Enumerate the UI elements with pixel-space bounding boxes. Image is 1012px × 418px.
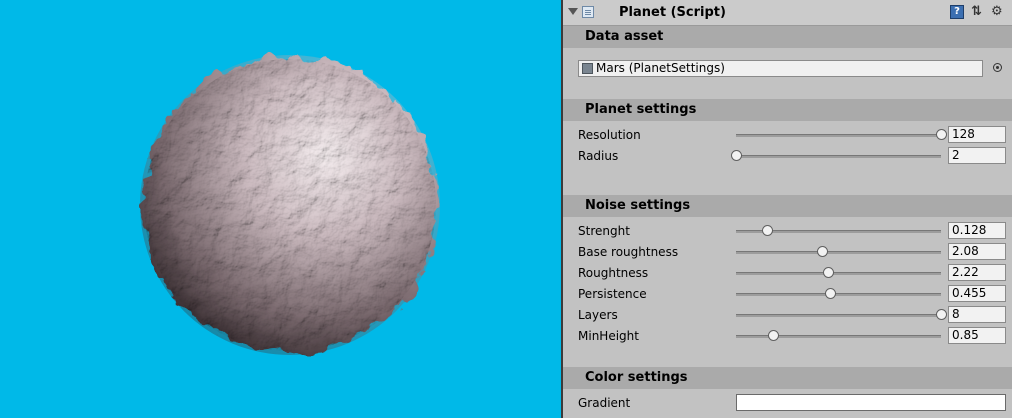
component-title: Planet (Script) bbox=[619, 5, 726, 20]
base-roughness-slider[interactable] bbox=[736, 251, 941, 254]
base-roughness-label: Base roughtness bbox=[578, 245, 679, 259]
min-height-label: MinHeight bbox=[578, 329, 639, 343]
section-title: Noise settings bbox=[585, 198, 691, 213]
roughness-slider[interactable] bbox=[736, 272, 941, 275]
section-data-asset: Data asset bbox=[563, 26, 1012, 48]
base-roughness-row: Base roughtness 2.08 bbox=[563, 242, 1012, 263]
resolution-field[interactable]: 128 bbox=[948, 126, 1006, 143]
layers-slider[interactable] bbox=[736, 314, 941, 317]
min-height-field[interactable]: 0.85 bbox=[948, 327, 1006, 344]
inspector-panel: Planet (Script) ? ⇅ ⚙ Data asset Mars (P… bbox=[563, 0, 1012, 418]
section-title: Planet settings bbox=[585, 102, 697, 117]
roughness-field[interactable]: 2.22 bbox=[948, 264, 1006, 281]
foldout-arrow-icon[interactable] bbox=[568, 8, 578, 15]
strength-slider-thumb[interactable] bbox=[761, 225, 773, 236]
section-title: Color settings bbox=[585, 370, 688, 385]
radius-row: Radius 2 bbox=[563, 146, 1012, 167]
resolution-slider-thumb[interactable] bbox=[936, 129, 947, 140]
object-picker-icon[interactable] bbox=[993, 63, 1002, 72]
gradient-row: Gradient bbox=[563, 393, 1012, 414]
resolution-row: Resolution 128 bbox=[563, 125, 1012, 146]
roughness-slider-thumb[interactable] bbox=[823, 267, 835, 278]
resolution-slider[interactable] bbox=[736, 134, 941, 137]
persistence-label: Persistence bbox=[578, 287, 647, 301]
resolution-label: Resolution bbox=[578, 128, 641, 142]
planet-render bbox=[140, 55, 440, 355]
layers-slider-thumb[interactable] bbox=[936, 309, 947, 320]
gradient-field[interactable] bbox=[736, 394, 1006, 411]
min-height-row: MinHeight 0.85 bbox=[563, 326, 1012, 347]
base-roughness-field[interactable]: 2.08 bbox=[948, 243, 1006, 260]
radius-label: Radius bbox=[578, 149, 619, 163]
section-planet-settings: Planet settings bbox=[563, 99, 1012, 121]
strength-row: Strenght 0.128 bbox=[563, 221, 1012, 242]
component-header[interactable]: Planet (Script) ? ⇅ ⚙ bbox=[563, 0, 1012, 26]
roughness-row: Roughtness 2.22 bbox=[563, 263, 1012, 284]
radius-slider[interactable] bbox=[736, 155, 941, 158]
gradient-label: Gradient bbox=[578, 396, 631, 410]
layers-label: Layers bbox=[578, 308, 618, 322]
base-roughness-slider-thumb[interactable] bbox=[817, 246, 829, 257]
roughness-label: Roughtness bbox=[578, 266, 649, 280]
data-asset-field[interactable]: Mars (PlanetSettings) bbox=[578, 60, 983, 77]
scene-viewport[interactable] bbox=[0, 0, 561, 418]
help-icon[interactable]: ? bbox=[950, 5, 964, 19]
section-noise-settings: Noise settings bbox=[563, 195, 1012, 217]
script-icon bbox=[582, 6, 594, 18]
asset-icon bbox=[582, 63, 593, 74]
layers-field[interactable]: 8 bbox=[948, 306, 1006, 323]
asset-value: Mars (PlanetSettings) bbox=[596, 61, 725, 75]
section-title: Data asset bbox=[585, 29, 664, 44]
persistence-field[interactable]: 0.455 bbox=[948, 285, 1006, 302]
gear-icon[interactable]: ⚙ bbox=[991, 5, 1005, 19]
section-color-settings: Color settings bbox=[563, 367, 1012, 389]
persistence-row: Persistence 0.455 bbox=[563, 284, 1012, 305]
layers-row: Layers 8 bbox=[563, 305, 1012, 326]
persistence-slider-thumb[interactable] bbox=[825, 288, 837, 299]
radius-field[interactable]: 2 bbox=[948, 147, 1006, 164]
strength-field[interactable]: 0.128 bbox=[948, 222, 1006, 239]
persistence-slider[interactable] bbox=[736, 293, 941, 296]
radius-slider-thumb[interactable] bbox=[731, 150, 742, 161]
preset-icon[interactable]: ⇅ bbox=[971, 5, 985, 19]
strength-label: Strenght bbox=[578, 224, 630, 238]
min-height-slider-thumb[interactable] bbox=[767, 330, 779, 341]
min-height-slider[interactable] bbox=[736, 335, 941, 338]
